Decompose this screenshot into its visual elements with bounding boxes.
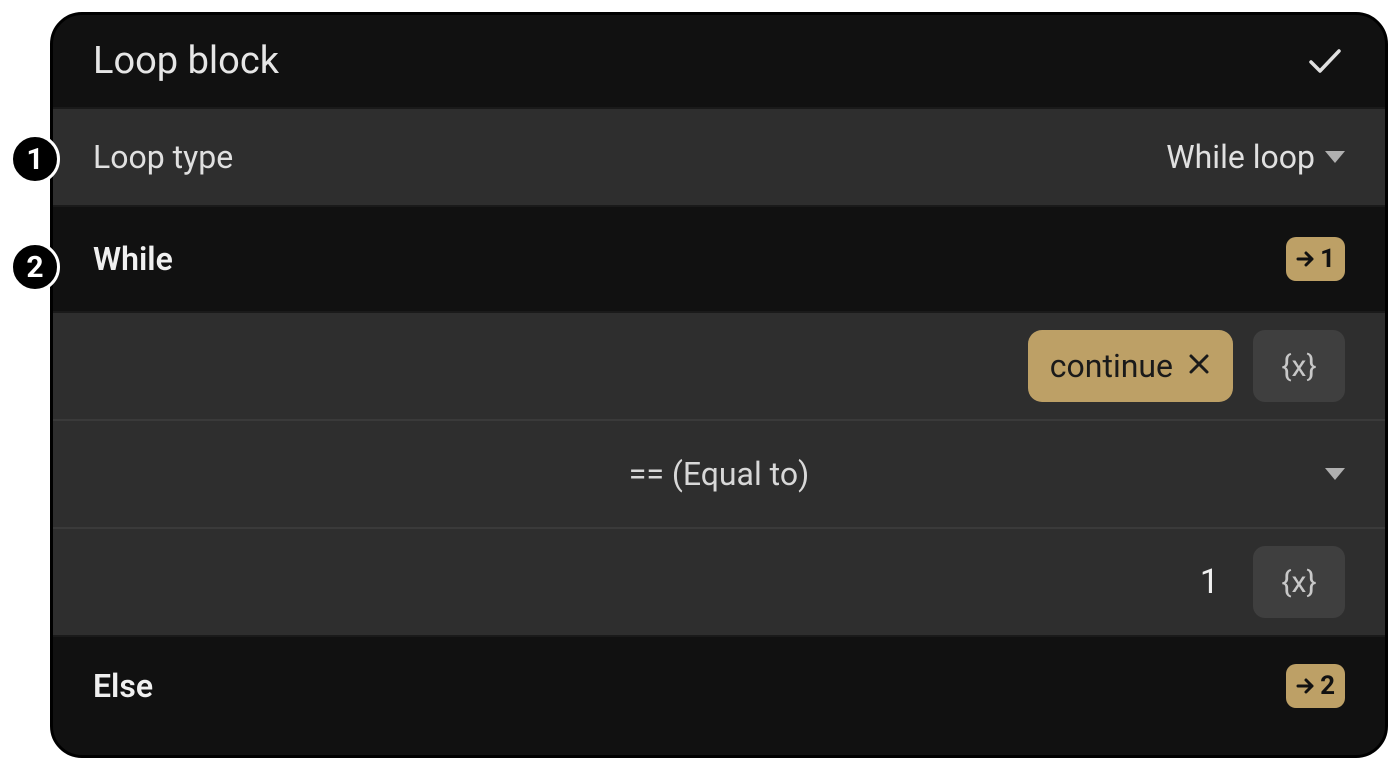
insert-variable-button-left[interactable]: {x} xyxy=(1253,330,1345,402)
remove-token-icon[interactable] xyxy=(1187,349,1211,384)
else-label: Else xyxy=(93,667,153,705)
chevron-down-icon xyxy=(1325,468,1345,480)
while-goto-chip[interactable]: 1 xyxy=(1286,237,1345,281)
insert-variable-button-right[interactable]: {x} xyxy=(1253,546,1345,618)
while-section-row: While 1 xyxy=(53,205,1385,311)
panel-header: Loop block xyxy=(53,15,1385,107)
panel-title: Loop block xyxy=(93,39,279,83)
loop-type-value: While loop xyxy=(1166,138,1315,176)
condition-right-row: 1 {x} xyxy=(53,527,1385,635)
else-goto-chip[interactable]: 2 xyxy=(1286,664,1345,708)
else-section-row: Else 2 xyxy=(53,635,1385,735)
callout-badge-1: 1 xyxy=(10,134,60,184)
callout-badge-2: 2 xyxy=(10,242,60,292)
condition-left-token[interactable]: continue xyxy=(1028,330,1233,402)
condition-left-row: continue {x} xyxy=(53,311,1385,419)
condition-right-value[interactable]: 1 xyxy=(1200,562,1219,602)
loop-type-dropdown[interactable]: While loop xyxy=(1166,138,1345,176)
chevron-down-icon xyxy=(1325,151,1345,163)
while-label: While xyxy=(93,240,173,278)
condition-operator-row[interactable]: == (Equal to) xyxy=(53,419,1385,527)
loop-block-panel: Loop block Loop type While loop While 1 … xyxy=(50,12,1388,758)
condition-left-text: continue xyxy=(1050,347,1173,385)
else-goto-number: 2 xyxy=(1320,671,1335,701)
loop-type-label: Loop type xyxy=(93,138,233,176)
condition-operator-value: == (Equal to) xyxy=(629,455,809,493)
confirm-icon[interactable] xyxy=(1305,41,1345,81)
loop-type-row[interactable]: Loop type While loop xyxy=(53,107,1385,205)
while-goto-number: 1 xyxy=(1320,244,1335,274)
